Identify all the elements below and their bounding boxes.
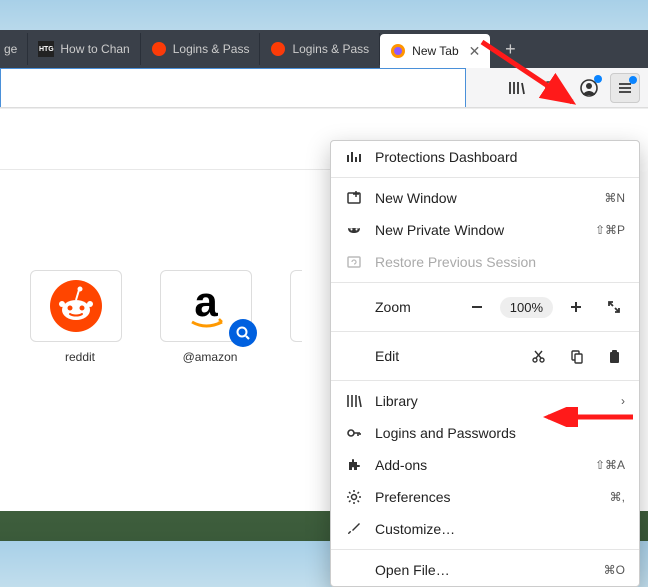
zoom-in-button[interactable] bbox=[561, 293, 591, 321]
copy-button[interactable] bbox=[561, 342, 591, 370]
annotation-arrow-icon bbox=[472, 32, 592, 112]
tile-empty[interactable] bbox=[290, 270, 310, 364]
library-icon bbox=[345, 392, 363, 410]
menu-shortcut: ⌘O bbox=[604, 563, 625, 577]
tab-label: ge bbox=[4, 42, 17, 56]
zoom-value[interactable]: 100% bbox=[500, 297, 553, 318]
fullscreen-icon bbox=[607, 300, 621, 314]
separator bbox=[331, 549, 639, 550]
svg-text:a: a bbox=[194, 278, 218, 325]
tab-2[interactable]: Logins & Pass bbox=[141, 33, 261, 65]
tab-3[interactable]: Logins & Pass bbox=[260, 33, 380, 65]
amazon-icon: a bbox=[178, 278, 234, 334]
tile-thumbnail: a bbox=[160, 270, 252, 342]
zoom-label: Zoom bbox=[341, 299, 454, 315]
notification-dot-icon bbox=[629, 76, 637, 84]
separator bbox=[331, 177, 639, 178]
menu-label: Preferences bbox=[375, 489, 598, 505]
menu-shortcut: ⌘, bbox=[610, 490, 625, 504]
tab-label: How to Chan bbox=[60, 42, 129, 56]
menu-protections[interactable]: Protections Dashboard bbox=[331, 141, 639, 173]
tab-label: Logins & Pass bbox=[173, 42, 250, 56]
window-icon bbox=[345, 189, 363, 207]
menu-addons[interactable]: Add-ons ⇧⌘A bbox=[331, 449, 639, 481]
key-icon bbox=[345, 424, 363, 442]
puzzle-icon bbox=[345, 456, 363, 474]
tile-label: reddit bbox=[30, 350, 130, 364]
menu-customize[interactable]: Customize… bbox=[331, 513, 639, 545]
menu-label: New Window bbox=[375, 190, 592, 206]
tab-label: Logins & Pass bbox=[292, 42, 369, 56]
menu-label: Add-ons bbox=[375, 457, 583, 473]
edit-label: Edit bbox=[341, 348, 515, 364]
fullscreen-button[interactable] bbox=[599, 293, 629, 321]
menu-shortcut: ⇧⌘A bbox=[595, 458, 625, 472]
restore-icon bbox=[345, 253, 363, 271]
menu-restore-session: Restore Previous Session bbox=[331, 246, 639, 278]
menu-edit-row: Edit bbox=[331, 336, 639, 376]
reddit-icon bbox=[48, 278, 104, 334]
cut-button[interactable] bbox=[523, 342, 553, 370]
mask-icon bbox=[345, 221, 363, 239]
separator bbox=[331, 282, 639, 283]
tile-reddit[interactable]: reddit bbox=[30, 270, 130, 364]
htg-icon: HTG bbox=[38, 41, 54, 57]
firefox-icon bbox=[151, 41, 167, 57]
menu-shortcut: ⇧⌘P bbox=[595, 223, 625, 237]
cut-icon bbox=[531, 349, 546, 364]
blank-icon bbox=[345, 561, 363, 579]
tile-thumbnail bbox=[30, 270, 122, 342]
firefox-icon bbox=[390, 43, 406, 59]
app-menu: Protections Dashboard New Window ⌘N New … bbox=[330, 140, 640, 587]
minus-icon bbox=[470, 300, 484, 314]
menu-label: Open File… bbox=[375, 562, 592, 578]
tile-thumbnail bbox=[290, 270, 302, 342]
chevron-right-icon: › bbox=[621, 394, 625, 408]
menu-label: Restore Previous Session bbox=[375, 254, 625, 270]
paste-icon bbox=[607, 349, 622, 364]
tab-0[interactable]: ge bbox=[0, 33, 28, 65]
zoom-out-button[interactable] bbox=[462, 293, 492, 321]
menu-preferences[interactable]: Preferences ⌘, bbox=[331, 481, 639, 513]
menu-label: New Private Window bbox=[375, 222, 583, 238]
menu-label: Logins and Passwords bbox=[375, 425, 625, 441]
copy-icon bbox=[569, 349, 584, 364]
menu-new-private[interactable]: New Private Window ⇧⌘P bbox=[331, 214, 639, 246]
tab-1[interactable]: HTG How to Chan bbox=[28, 33, 140, 65]
brush-icon bbox=[345, 520, 363, 538]
separator bbox=[331, 380, 639, 381]
annotation-arrow-icon bbox=[538, 407, 638, 427]
paste-button[interactable] bbox=[599, 342, 629, 370]
plus-icon bbox=[569, 300, 583, 314]
notification-dot-icon bbox=[594, 75, 602, 83]
urlbar-area[interactable] bbox=[0, 68, 466, 107]
menu-shortcut: ⌘N bbox=[604, 191, 625, 205]
tab-label: New Tab bbox=[412, 44, 458, 58]
separator bbox=[331, 331, 639, 332]
menu-button[interactable] bbox=[610, 73, 640, 103]
gear-icon bbox=[345, 488, 363, 506]
firefox-icon bbox=[270, 41, 286, 57]
menu-new-window[interactable]: New Window ⌘N bbox=[331, 182, 639, 214]
menu-label: Protections Dashboard bbox=[375, 149, 625, 165]
tile-label: @amazon bbox=[160, 350, 260, 364]
dashboard-icon bbox=[345, 148, 363, 166]
menu-zoom-row: Zoom 100% bbox=[331, 287, 639, 327]
menu-open-file[interactable]: Open File… ⌘O bbox=[331, 554, 639, 586]
tile-amazon[interactable]: a @amazon bbox=[160, 270, 260, 364]
search-badge-icon bbox=[229, 319, 257, 347]
menu-label: Customize… bbox=[375, 521, 625, 537]
